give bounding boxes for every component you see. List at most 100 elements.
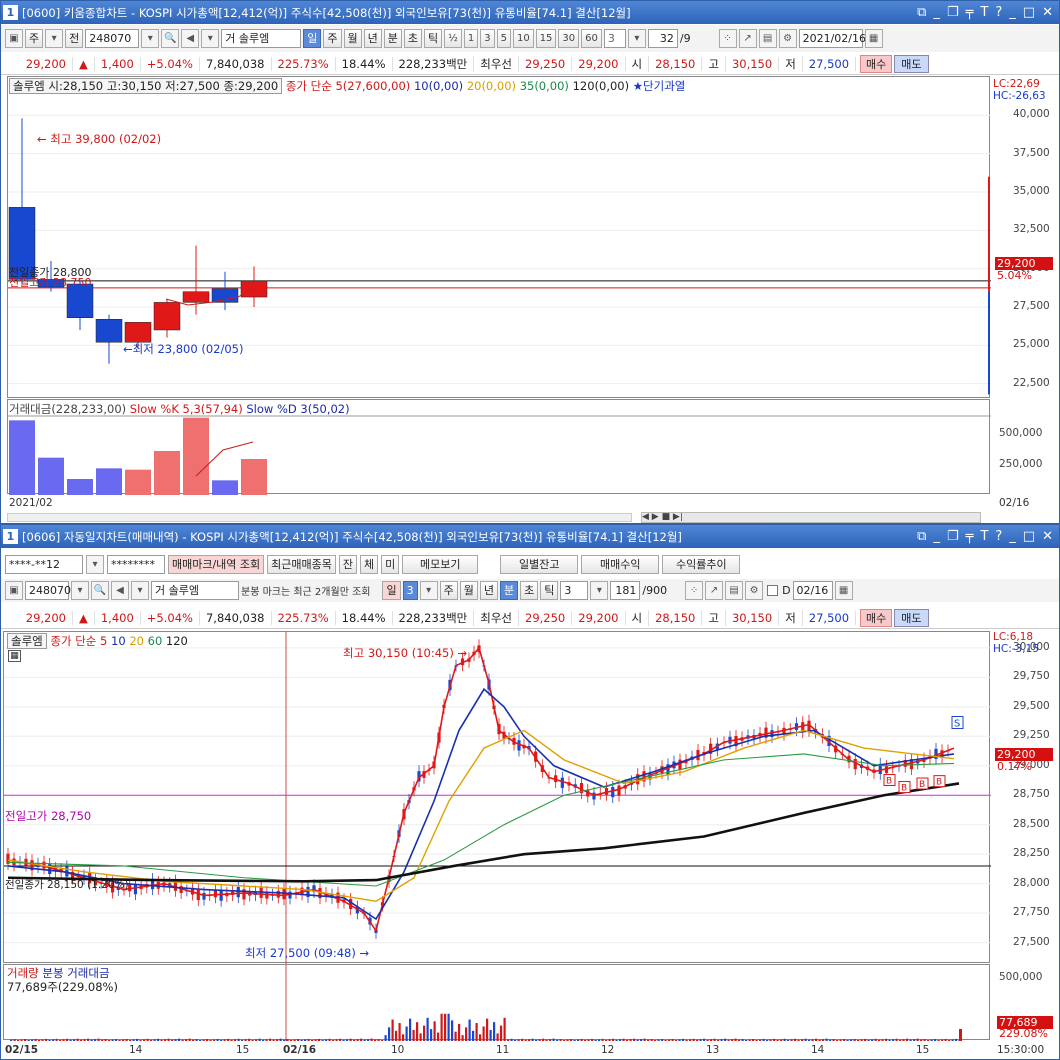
minute-volume-panel[interactable] xyxy=(3,964,991,1041)
sell-button[interactable]: 매도 xyxy=(894,608,929,627)
period-month-tab[interactable]: 월 xyxy=(459,581,478,600)
buy-button[interactable]: 매수 xyxy=(860,54,893,73)
maximize-button[interactable]: □ xyxy=(1023,529,1035,544)
minute-candle-chart[interactable]: BB B BS xyxy=(4,632,991,964)
search-icon[interactable]: 🔍 xyxy=(91,581,109,600)
minute-dropdown-icon[interactable]: ▾ xyxy=(590,581,609,600)
unexecuted-button[interactable]: 미 xyxy=(381,554,400,574)
stock-code-input[interactable]: 248070 xyxy=(85,29,140,48)
market-type-select[interactable]: 주 xyxy=(25,29,44,48)
minute-price-panel[interactable]: BBBBS xyxy=(3,631,991,964)
period-year-tab[interactable]: 년 xyxy=(363,29,382,48)
minimize-icon[interactable]: _ xyxy=(933,5,940,20)
return-trend-button[interactable]: 수익률추이 xyxy=(662,554,741,574)
font-icon[interactable]: T xyxy=(980,5,988,20)
account-dropdown-icon[interactable]: ▾ xyxy=(86,554,104,574)
chart-scroll-bar[interactable]: ◀ ▶ ■ ▶| xyxy=(641,512,981,523)
interval-3[interactable]: 3 xyxy=(480,29,495,48)
period-minute-tab[interactable]: 분 xyxy=(383,29,402,48)
close-button[interactable]: ✕ xyxy=(1042,5,1053,20)
interval-dropdown-icon[interactable]: ▾ xyxy=(627,29,646,48)
count-input[interactable]: 181 xyxy=(610,581,641,600)
period-day-tab[interactable]: 일 xyxy=(303,29,322,48)
minimize-button[interactable]: _ xyxy=(1009,5,1016,20)
interval-half[interactable]: ½ xyxy=(444,29,462,48)
interval-5[interactable]: 5 xyxy=(496,29,511,48)
interval-select[interactable]: 3 xyxy=(603,29,626,48)
save-icon[interactable]: ▤ xyxy=(758,29,777,48)
trade-profit-button[interactable]: 매매수익 xyxy=(581,554,660,574)
help-icon[interactable]: ? xyxy=(995,5,1002,20)
settings-icon[interactable]: ⚙ xyxy=(778,29,797,48)
code-dropdown-icon[interactable]: ▾ xyxy=(71,581,89,600)
help-icon[interactable]: ? xyxy=(995,529,1002,544)
maximize-button[interactable]: □ xyxy=(1023,5,1035,20)
calendar-icon[interactable]: ▦ xyxy=(834,581,853,600)
pin-icon[interactable]: ╤ xyxy=(966,529,974,544)
date-input[interactable]: 2021/02/16 xyxy=(798,29,866,48)
buy-button[interactable]: 매수 xyxy=(860,608,893,627)
speaker-icon[interactable]: ◀ xyxy=(111,581,129,600)
minute-volume-chart[interactable] xyxy=(4,965,991,1041)
minimize-button[interactable]: _ xyxy=(1009,529,1016,544)
stock-code-input[interactable]: 248070 xyxy=(25,581,71,600)
interval-10[interactable]: 10 xyxy=(512,29,534,48)
grid-icon[interactable]: ⁘ xyxy=(718,29,737,48)
period-tick-tab[interactable]: 틱 xyxy=(540,581,559,600)
period-year-tab[interactable]: 년 xyxy=(479,581,498,600)
executed-button[interactable]: 체 xyxy=(360,554,379,574)
link-icon[interactable]: ⧉ xyxy=(917,529,926,544)
date-input[interactable]: 02/16 xyxy=(792,581,833,600)
save-icon[interactable]: ▤ xyxy=(725,581,744,600)
prev-button[interactable]: 전 xyxy=(65,29,84,48)
period-week-tab[interactable]: 주 xyxy=(439,581,458,600)
link-icon[interactable]: ⧉ xyxy=(917,5,926,20)
restore-icon[interactable]: ❐ xyxy=(947,529,959,544)
interval-60[interactable]: 60 xyxy=(581,29,602,48)
password-input[interactable]: ******** xyxy=(107,554,165,574)
day-count-dropdown-icon[interactable]: ▾ xyxy=(419,581,438,600)
calendar-icon[interactable]: ▦ xyxy=(864,29,883,48)
sell-button[interactable]: 매도 xyxy=(894,54,929,73)
period-second-tab[interactable]: 초 xyxy=(403,29,422,48)
period-month-tab[interactable]: 월 xyxy=(343,29,362,48)
search-icon[interactable]: 🔍 xyxy=(161,29,180,48)
period-tick-tab[interactable]: 틱 xyxy=(424,29,443,48)
speaker-dropdown-icon[interactable]: ▾ xyxy=(201,29,220,48)
period-week-tab[interactable]: 주 xyxy=(323,29,342,48)
draw-icon[interactable]: ↗ xyxy=(705,581,724,600)
count-input[interactable]: 32 xyxy=(647,29,678,48)
settings-icon[interactable]: ⚙ xyxy=(745,581,764,600)
stock-name-field[interactable]: 거 솔루엠 xyxy=(221,29,302,48)
minute-select[interactable]: 3 xyxy=(560,581,589,600)
layout-icon[interactable]: ▣ xyxy=(5,29,23,48)
account-select[interactable]: ****-**12 xyxy=(5,554,83,574)
period-minute-tab[interactable]: 분 xyxy=(499,581,519,600)
interval-15[interactable]: 15 xyxy=(535,29,557,48)
date-checkbox[interactable] xyxy=(767,585,779,596)
pin-icon[interactable]: ╤ xyxy=(966,5,974,20)
horizontal-scrollbar[interactable] xyxy=(7,513,632,522)
layout-icon[interactable]: ▣ xyxy=(5,581,23,600)
period-second-tab[interactable]: 초 xyxy=(520,581,539,600)
recent-trades-button[interactable]: 최근매매종목 xyxy=(267,554,336,574)
restore-icon[interactable]: ❐ xyxy=(947,5,959,20)
stock-name-field[interactable]: 거 솔루엠 xyxy=(151,581,239,600)
font-icon[interactable]: T xyxy=(980,529,988,544)
code-dropdown-icon[interactable]: ▾ xyxy=(141,29,160,48)
table-icon[interactable]: ▦ xyxy=(8,650,21,662)
speaker-dropdown-icon[interactable]: ▾ xyxy=(131,581,149,600)
draw-icon[interactable]: ↗ xyxy=(738,29,757,48)
interval-1[interactable]: 1 xyxy=(463,29,479,48)
trade-mark-query-button[interactable]: 매매마크/내역 조회 xyxy=(168,554,265,574)
daily-balance-button[interactable]: 일별잔고 xyxy=(500,554,579,574)
period-day-tab[interactable]: 일 xyxy=(382,581,401,600)
interval-30[interactable]: 30 xyxy=(558,29,580,48)
speaker-icon[interactable]: ◀ xyxy=(181,29,200,48)
minimize-icon[interactable]: _ xyxy=(933,529,940,544)
balance-button[interactable]: 잔 xyxy=(338,554,358,574)
grid-icon[interactable]: ⁘ xyxy=(685,581,704,600)
day-count-select[interactable]: 3 xyxy=(402,581,418,600)
close-button[interactable]: ✕ xyxy=(1042,529,1053,544)
chevron-down-icon[interactable]: ▾ xyxy=(45,29,64,48)
